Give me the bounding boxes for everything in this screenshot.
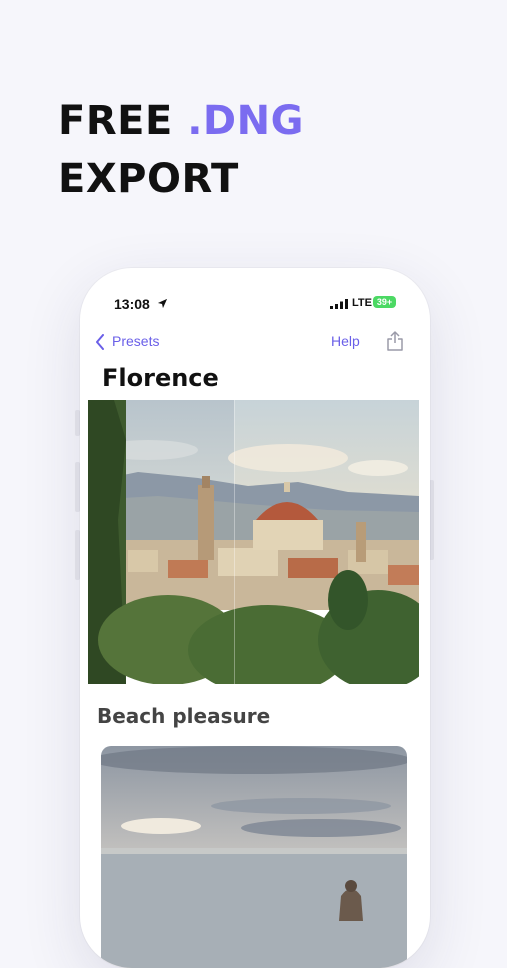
preset-title: Florence — [102, 364, 219, 392]
signal-icon — [330, 299, 348, 309]
status-time: 13:08 — [114, 296, 150, 312]
headline-line-2: EXPORT — [58, 156, 239, 202]
share-icon[interactable] — [386, 330, 404, 352]
headline: FREE .DNG EXPORT — [58, 92, 304, 208]
florence-preview-photo[interactable] — [88, 400, 419, 684]
headline-line-1: FREE .DNG — [58, 92, 304, 150]
back-chevron-icon[interactable] — [95, 334, 105, 350]
headline-free: FREE — [58, 98, 173, 144]
nav-bar: Presets Help — [80, 330, 430, 354]
status-bar: 13:08 LTE 39+ — [80, 296, 430, 316]
network-type: LTE — [352, 297, 372, 309]
phone-frame: 13:08 LTE 39+ Presets Help Florence Beac… — [80, 268, 430, 968]
battery-icon: 39+ — [373, 296, 396, 308]
headline-dng: .DNG — [187, 98, 304, 144]
beach-preview-photo[interactable] — [101, 746, 407, 968]
help-button[interactable]: Help — [331, 333, 360, 349]
back-button[interactable]: Presets — [112, 333, 159, 349]
florence-cityscape-image — [88, 400, 419, 684]
section-title-beach: Beach pleasure — [97, 704, 271, 728]
beach-image — [101, 746, 407, 968]
location-arrow-icon — [157, 298, 168, 309]
